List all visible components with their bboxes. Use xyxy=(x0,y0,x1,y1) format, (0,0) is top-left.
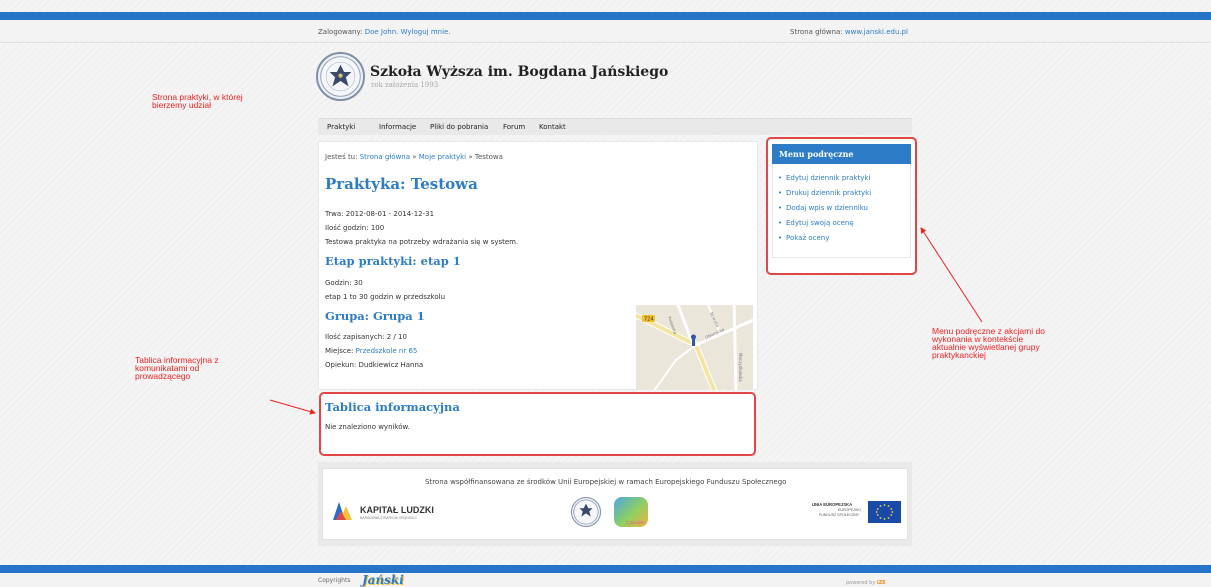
hours-label: Ilość godzin: xyxy=(325,224,371,232)
login-info: Zalogowany: Doe John. Wyloguj mnie. xyxy=(318,28,451,36)
enrolled-label: Ilość zapisanych: xyxy=(325,333,387,341)
practice-description: Testowa praktyka na potrzeby wdrażania s… xyxy=(325,238,519,246)
annotation-line: bierzemy udział xyxy=(152,100,212,110)
breadcrumb: Jesteś tu: Strona główna » Moje praktyki… xyxy=(325,153,503,161)
street-label: Moczydłowska xyxy=(738,353,743,382)
enrolled-value: 2 / 10 xyxy=(386,333,407,341)
group-place: Miejsce: Przedszkole nr 65 xyxy=(325,347,417,355)
promo-text: z Jańskim xyxy=(626,520,645,525)
annotation-line: prowadzącego xyxy=(135,371,191,381)
main-nav: Praktyki Informacje Pliki do pobrania Fo… xyxy=(318,118,912,135)
breadcrumb-separator: » xyxy=(466,153,475,161)
group-enrolled: Ilość zapisanych: 2 / 10 xyxy=(325,333,407,341)
nav-item-informacje[interactable]: Informacje xyxy=(379,123,416,131)
sidebar-item-add-entry[interactable]: Dodaj wpis w dzienniku xyxy=(778,204,868,212)
stage-hours-label: Godzin: xyxy=(325,279,354,287)
page-title: Praktyka: Testowa xyxy=(325,175,478,193)
kapital-ludzki-subtitle: NARODOWA STRATEGIA SPÓJNOŚCI xyxy=(360,516,417,520)
sidebar-item-edit-journal[interactable]: Edytuj dziennik praktyki xyxy=(778,174,870,182)
logged-label: Zalogowany: xyxy=(318,28,365,36)
duration-value: 2012-08-01 - 2014-12-31 xyxy=(345,210,435,218)
stage-hours-value: 30 xyxy=(353,279,363,287)
sidebar-title: Menu podręczne xyxy=(779,149,854,159)
cofinanced-text: Strona współfinansowana ze środków Unii … xyxy=(425,478,787,486)
breadcrumb-separator: » xyxy=(410,153,419,161)
copyright-logo: Jański xyxy=(362,573,404,587)
copyright-text: Copyrights xyxy=(318,577,351,584)
bottom-strip xyxy=(0,573,1211,587)
user-name-link[interactable]: Doe John. xyxy=(365,28,399,36)
practice-hours: Ilość godzin: 100 xyxy=(325,224,384,232)
kapital-ludzki-logo-icon xyxy=(331,500,353,522)
powered-brand-link[interactable]: iZE xyxy=(877,580,886,586)
group-title: Grupa: Grupa 1 xyxy=(325,309,425,323)
location-map[interactable]: 724 Puławska Obornicka Nowaka Moczydłows… xyxy=(636,305,753,390)
practice-duration: Trwa: 2012-08-01 - 2014-12-31 xyxy=(325,210,434,218)
breadcrumb-my-practices-link[interactable]: Moje praktyki xyxy=(419,153,466,161)
annotation-practice-page: Strona praktyki, w której bierzemy udzia… xyxy=(152,93,243,110)
eu-title: UNIA EUROPEJSKA xyxy=(812,502,853,507)
annotation-line: praktykanckiej xyxy=(932,350,986,360)
breadcrumb-home-link[interactable]: Strona główna xyxy=(360,153,410,161)
school-emblem-small-icon xyxy=(571,497,601,527)
arrow-to-board xyxy=(269,399,316,415)
school-founded: rok założenia 1993 xyxy=(371,81,439,89)
powered-by: powered by iZE xyxy=(846,580,886,586)
hours-value: 100 xyxy=(370,224,385,232)
board-title: Tablica informacyjna xyxy=(325,400,460,414)
group-supervisor: Opiekun: Dudkiewicz Hanna xyxy=(325,361,423,369)
home-site-info: Strona główna: www.janski.edu.pl xyxy=(790,28,908,36)
nav-item-forum[interactable]: Forum xyxy=(503,123,525,131)
arrow-to-menu xyxy=(920,227,983,323)
stage-title: Etap praktyki: etap 1 xyxy=(325,254,461,268)
top-strip xyxy=(0,20,1211,43)
sidebar-item-edit-grade[interactable]: Edytuj swoją ocenę xyxy=(778,219,854,227)
school-emblem-icon[interactable] xyxy=(316,52,365,101)
eu-line-1: EUROPEJSKI xyxy=(838,508,861,512)
place-link[interactable]: Przedszkole nr 65 xyxy=(356,347,418,355)
home-url-link[interactable]: www.janski.edu.pl xyxy=(845,28,908,36)
eu-flag-icon xyxy=(868,501,901,523)
school-name[interactable]: Szkoła Wyższa im. Bogdana Jańskiego xyxy=(370,64,668,80)
nav-item-pliki[interactable]: Pliki do pobrania xyxy=(430,123,488,131)
place-label: Miejsce: xyxy=(325,347,356,355)
nav-item-kontakt[interactable]: Kontakt xyxy=(539,123,566,131)
eu-line-2: FUNDUSZ SPOŁECZNY xyxy=(819,513,859,517)
supervisor-label: Opiekun: xyxy=(325,361,359,369)
road-badge: 724 xyxy=(644,317,654,323)
breadcrumb-prefix: Jesteś tu: xyxy=(325,153,360,161)
supervisor-value: Dudkiewicz Hanna xyxy=(358,361,424,369)
annotation-menu: Menu podręczne z akcjami do wykonania w … xyxy=(932,327,1045,360)
sidebar-item-print-journal[interactable]: Drukuj dziennik praktyki xyxy=(778,189,871,197)
logout-link[interactable]: Wyloguj mnie. xyxy=(401,28,451,36)
breadcrumb-current: Testowa xyxy=(474,153,503,161)
stage-description: etap 1 to 30 godzin w przedszkolu xyxy=(325,293,446,301)
top-blue-bar xyxy=(0,12,1211,20)
powered-label: powered by xyxy=(846,580,877,586)
home-label: Strona główna: xyxy=(790,28,845,36)
bottom-blue-bar xyxy=(0,565,1211,573)
duration-label: Trwa: xyxy=(325,210,346,218)
annotation-board: Tablica informacyjna z komunikatami od p… xyxy=(135,356,219,381)
stage-hours: Godzin: 30 xyxy=(325,279,363,287)
board-empty-message: Nie znaleziono wyników. xyxy=(325,423,410,431)
nav-item-praktyki[interactable]: Praktyki xyxy=(327,123,355,131)
sidebar-item-show-grades[interactable]: Pokaż oceny xyxy=(778,234,829,242)
kapital-ludzki-title: KAPITAŁ LUDZKI xyxy=(360,505,434,515)
